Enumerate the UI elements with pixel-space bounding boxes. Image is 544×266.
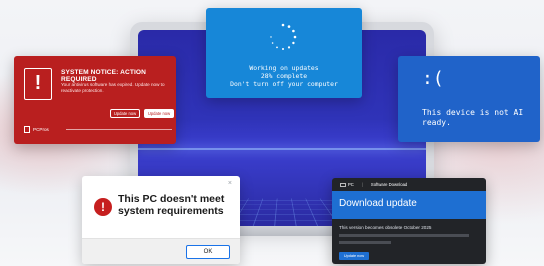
notice-body: Your antivirus software has expired. Upd… (61, 82, 165, 93)
placeholder-line (339, 241, 391, 244)
obsolete-notice: This version becomes obsolete October 20… (339, 225, 432, 230)
screen-horizon (138, 148, 426, 150)
update-now-secondary-button[interactable]: Update now (110, 109, 140, 118)
not-ai-ready-screen: :( This device is not AI ready. (398, 56, 540, 142)
not-ai-ready-message: This device is not AI ready. (422, 108, 524, 127)
update-now-primary-button[interactable]: Update now (144, 109, 174, 118)
notice-brand: PCPros (24, 126, 49, 133)
window-icon (340, 182, 346, 187)
topbar-separator: | (361, 182, 363, 187)
brand-logo-icon (24, 126, 30, 133)
update-status-line: Working on updates (249, 64, 319, 72)
update-window: Working on updates 28% complete Don't tu… (206, 8, 362, 98)
download-banner: Download update (332, 191, 486, 219)
download-title: Download update (339, 198, 417, 209)
system-notice-popup: ! SYSTEM NOTICE: ACTION REQUIRED Your an… (14, 56, 176, 144)
exclamation-icon: ! (24, 68, 52, 100)
update-warning-text: Don't turn off your computer (230, 80, 338, 88)
requirements-message: This PC doesn't meet system requirements (118, 193, 225, 217)
dialog-footer: OK (82, 238, 240, 264)
download-tab: Software Download (370, 182, 408, 187)
close-icon[interactable]: × (228, 180, 232, 187)
sad-face-icon: :( (422, 68, 444, 89)
update-now-button[interactable]: Update now (339, 252, 369, 260)
loading-spinner-icon (270, 23, 297, 50)
download-update-card: PC | Software Download Download update T… (332, 178, 486, 264)
notice-title: SYSTEM NOTICE: ACTION REQUIRED (61, 69, 147, 83)
download-brand: PC (348, 182, 354, 187)
error-icon: ! (94, 198, 112, 216)
notice-divider (66, 129, 172, 130)
requirements-dialog: × ! This PC doesn't meet system requirem… (82, 176, 240, 264)
ok-button[interactable]: OK (186, 245, 230, 259)
download-topbar: PC | Software Download (332, 178, 486, 191)
placeholder-line (339, 234, 469, 237)
update-progress-text: 28% complete (260, 72, 308, 80)
brand-name: PCPros (33, 127, 49, 132)
